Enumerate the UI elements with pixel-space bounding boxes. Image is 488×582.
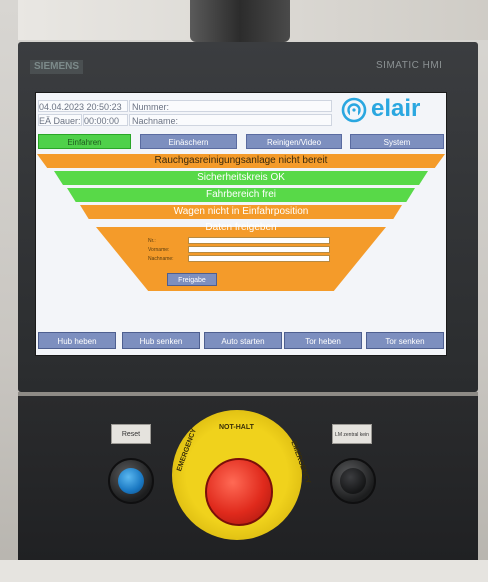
- reset-plate: Reset: [111, 424, 151, 444]
- status-daten-freigeben: Daten freigeben: [205, 222, 277, 233]
- emergency-stop-button[interactable]: [205, 458, 273, 526]
- nachname-header-label: Nachname:: [132, 116, 179, 126]
- tab-system[interactable]: System: [350, 134, 444, 149]
- nachname-input[interactable]: [188, 255, 330, 262]
- datetime-display: 04.04.2023 20:50:23: [38, 100, 128, 112]
- tab-einaeschern[interactable]: Einäschern: [140, 134, 237, 149]
- nachname-header-field: Nachname:: [129, 114, 332, 126]
- hmi-screen: 04.04.2023 20:50:23 Nummer: EÄ Dauer: 00…: [35, 92, 447, 356]
- vorname-label: Vorname:: [148, 247, 170, 253]
- floor: [0, 560, 488, 582]
- nr-input[interactable]: [188, 237, 330, 244]
- siemens-brand: SIEMENS: [30, 60, 84, 74]
- status-rauchgasreinigung: Rauchgasreinigungsanlage nicht bereit: [37, 154, 445, 168]
- reset-button-icon: [118, 468, 144, 494]
- reset-switch[interactable]: [108, 458, 154, 504]
- status-wagen: Wagen nicht in Einfahrposition: [80, 205, 402, 219]
- nummer-label: Nummer:: [132, 102, 170, 112]
- ea-dauer-label: EÄ Dauer:: [38, 114, 82, 126]
- status-sicherheitskreis: Sicherheitskreis OK: [54, 171, 428, 185]
- elair-logo: elair: [341, 95, 445, 125]
- mounting-arm: [190, 0, 290, 42]
- estop-top-label: NOT-HALT: [219, 424, 254, 431]
- nachname-label: Nachname:: [148, 256, 174, 262]
- nummer-field: Nummer:: [129, 100, 332, 112]
- simatic-hmi-brand: SIMATIC HMI: [376, 60, 443, 71]
- tor-heben-button[interactable]: Tor heben: [284, 332, 362, 349]
- elair-logo-text: elair: [371, 95, 421, 122]
- status-fahrbereich: Fahrbereich frei: [67, 188, 415, 202]
- vorname-input[interactable]: [188, 246, 330, 253]
- nr-label: Nr.:: [148, 238, 156, 244]
- tab-einfahren[interactable]: Einfahren: [38, 134, 131, 149]
- lm-zentral-plate: LM zentral kein: [332, 424, 372, 444]
- ea-dauer-value: 00:00:00: [83, 114, 128, 126]
- hub-heben-button[interactable]: Hub heben: [38, 332, 116, 349]
- tor-senken-button[interactable]: Tor senken: [366, 332, 444, 349]
- freigabe-button[interactable]: Freigabe: [167, 273, 217, 286]
- tab-reinigen-video[interactable]: Reinigen/Video: [246, 134, 342, 149]
- right-switch[interactable]: [330, 458, 376, 504]
- hub-senken-button[interactable]: Hub senken: [122, 332, 200, 349]
- auto-starten-button[interactable]: Auto starten: [204, 332, 282, 349]
- right-switch-icon: [340, 468, 366, 494]
